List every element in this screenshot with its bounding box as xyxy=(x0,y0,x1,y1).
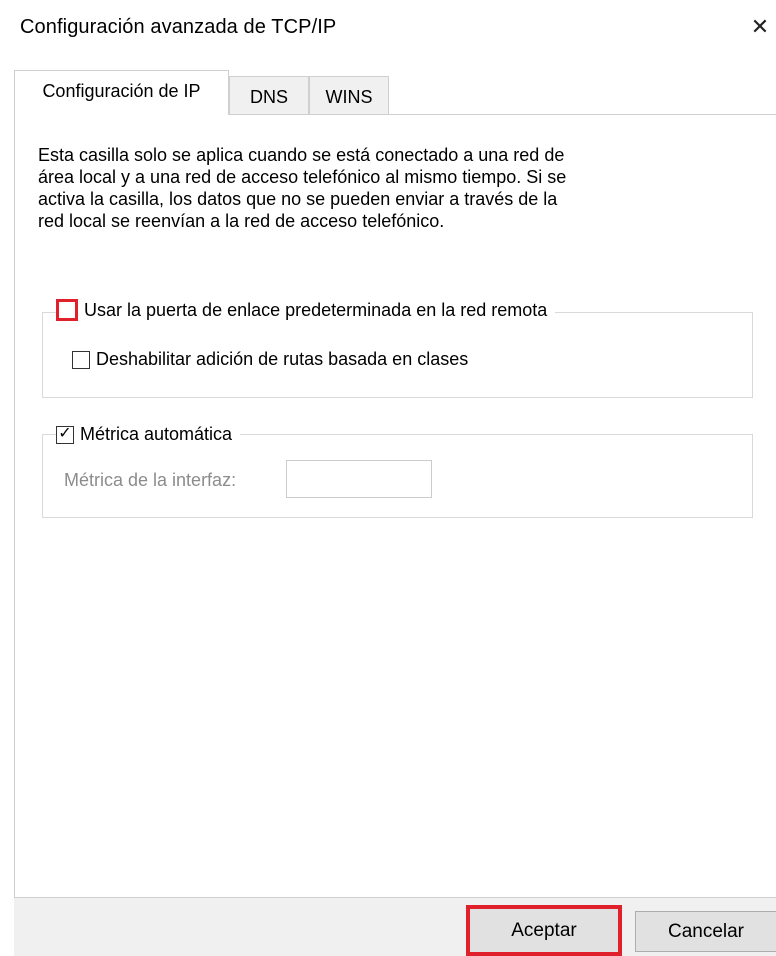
description-text: Esta casilla solo se aplica cuando se es… xyxy=(38,144,678,232)
tab-dns[interactable]: DNS xyxy=(229,76,309,115)
interface-metric-label: Métrica de la interfaz: xyxy=(64,470,237,490)
use-default-gateway-label[interactable]: Usar la puerta de enlace predeterminada … xyxy=(84,300,547,321)
description-line: Esta casilla solo se aplica cuando se es… xyxy=(38,145,565,165)
tab-wins[interactable]: WINS xyxy=(309,76,389,115)
tcpip-advanced-dialog: Configuración avanzada de TCP/IP ✕ Confi… xyxy=(0,0,776,956)
use-default-gateway-checkbox[interactable] xyxy=(56,299,78,321)
automatic-metric-option[interactable]: ✓ Métrica automática xyxy=(56,424,241,445)
tab-ip-settings[interactable]: Configuración de IP xyxy=(14,70,229,115)
description-line: área local y a una red de acceso telefón… xyxy=(38,167,567,187)
disable-class-routes-option[interactable]: Deshabilitar adición de rutas basada en … xyxy=(72,349,468,370)
disable-class-routes-checkbox[interactable] xyxy=(72,350,90,369)
automatic-metric-checkbox[interactable]: ✓ xyxy=(56,424,74,444)
automatic-metric-label[interactable]: Métrica automática xyxy=(80,424,232,445)
use-default-gateway-option[interactable]: Usar la puerta de enlace predeterminada … xyxy=(56,299,556,321)
accept-button[interactable]: Aceptar xyxy=(466,905,622,956)
cancel-button[interactable]: Cancelar xyxy=(635,911,776,952)
description-line: red local se reenvían a la red de acceso… xyxy=(38,211,445,231)
disable-class-routes-label[interactable]: Deshabilitar adición de rutas basada en … xyxy=(96,349,468,370)
interface-metric-input[interactable] xyxy=(286,460,432,498)
description-line: activa la casilla, los datos que no se p… xyxy=(38,189,558,209)
dialog-title: Configuración avanzada de TCP/IP xyxy=(20,16,337,38)
close-icon[interactable]: ✕ xyxy=(744,12,776,42)
checkmark-icon: ✓ xyxy=(58,424,72,442)
